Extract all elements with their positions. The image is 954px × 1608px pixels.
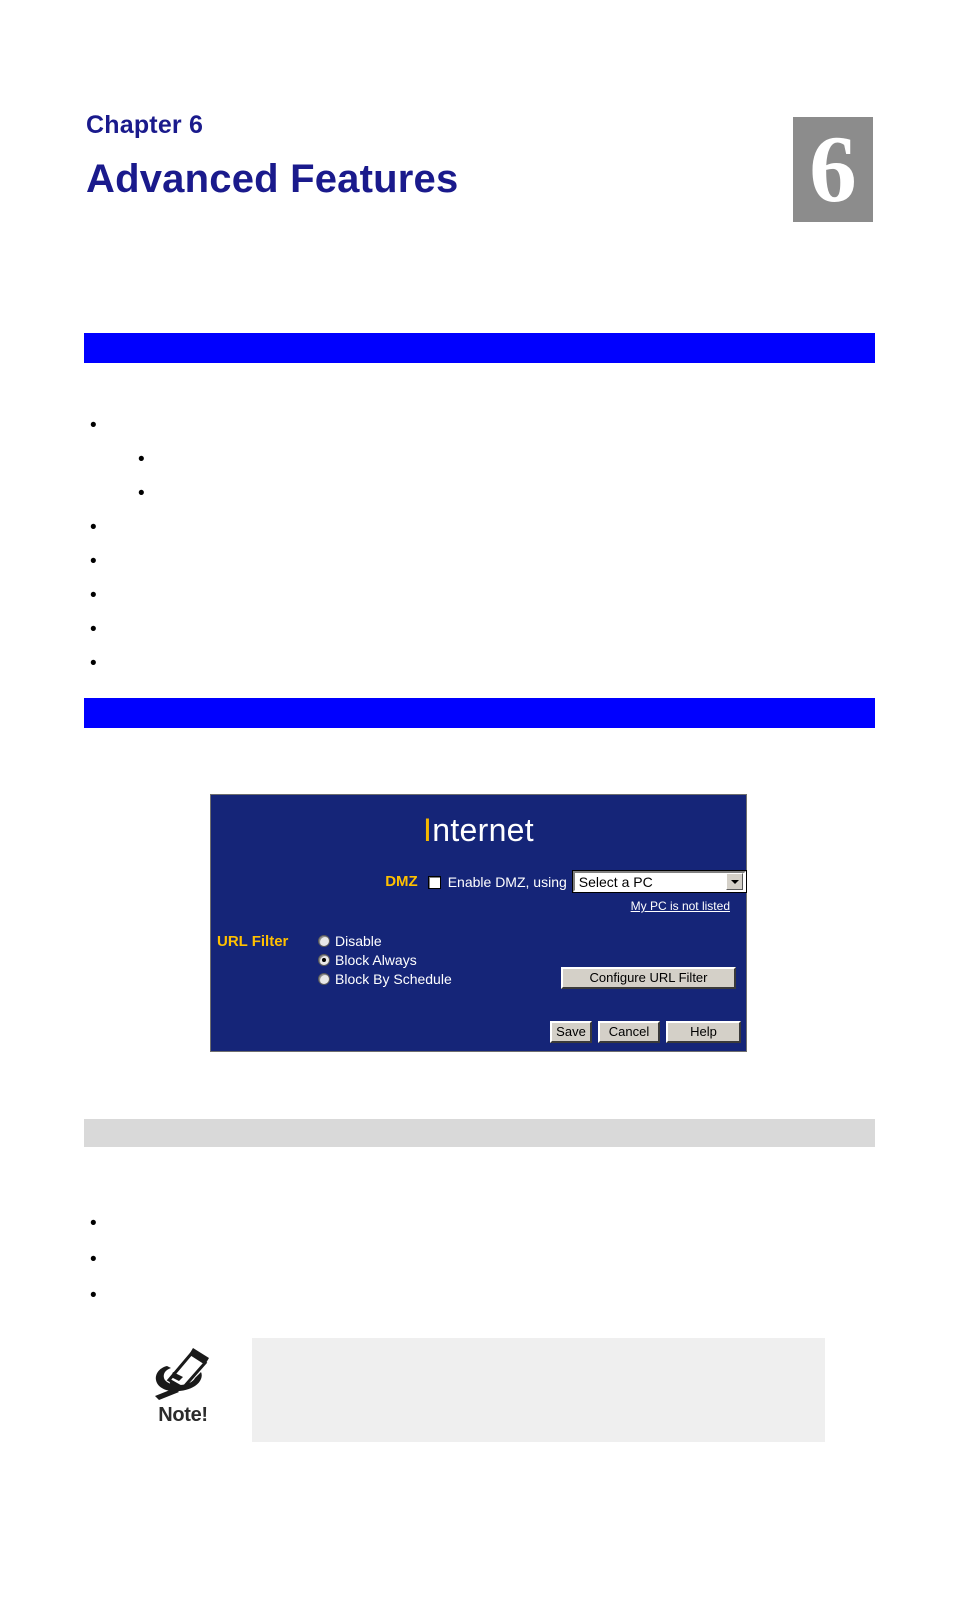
section-heading-dmz (84, 1119, 875, 1147)
page-title: Advanced Features (86, 156, 459, 201)
router-screen-title: Internet (211, 795, 746, 847)
document-page: Chapter 6 Advanced Features 6 Internet D… (0, 0, 954, 1608)
cancel-button[interactable]: Cancel (598, 1021, 660, 1043)
radio-icon[interactable] (318, 954, 330, 966)
enable-dmz-checkbox[interactable] (427, 876, 441, 889)
overview-bullet-item (86, 417, 786, 438)
router-screen-title-rest: nternet (432, 812, 534, 848)
overview-bullet-item (86, 587, 786, 608)
section-heading-internet-label (84, 703, 92, 722)
internet-bullet-item (86, 1287, 786, 1308)
overview-bullet-item (134, 485, 786, 506)
overview-bullet-list (86, 417, 786, 692)
my-pc-not-listed-link[interactable]: My PC is not listed (211, 899, 730, 913)
chevron-down-icon (726, 873, 743, 890)
internet-bullet-item (86, 1215, 786, 1236)
configure-url-filter-button[interactable]: Configure URL Filter (561, 967, 736, 989)
overview-bullet-item (86, 655, 786, 676)
router-button-bar: Save Cancel Help (211, 1021, 741, 1043)
hand-writing-icon (155, 1348, 209, 1400)
chapter-heading: Chapter 6 Advanced Features (86, 111, 786, 201)
section-heading-internet (84, 698, 875, 728)
url-filter-option[interactable]: Block By Schedule (318, 971, 452, 987)
enable-dmz-label: Enable DMZ, using (447, 874, 567, 890)
chapter-number-badge: 6 (793, 117, 873, 222)
url-filter-option-label: Block By Schedule (335, 971, 452, 987)
radio-icon[interactable] (318, 973, 330, 985)
internet-bullet-list (86, 1215, 786, 1326)
overview-bullet-item (134, 451, 786, 472)
url-filter-field-label: URL Filter (217, 933, 289, 950)
overview-bullet-item (86, 519, 786, 540)
section-heading-overview-label (84, 338, 92, 357)
section-heading-overview (84, 333, 875, 363)
url-filter-option-label: Block Always (335, 952, 417, 968)
chapter-label: Chapter 6 (86, 111, 204, 139)
help-button[interactable]: Help (666, 1021, 741, 1043)
url-filter-option-label: Disable (335, 933, 382, 949)
save-button[interactable]: Save (550, 1021, 592, 1043)
note-body-text (252, 1338, 825, 1442)
dmz-pc-select[interactable]: Select a PC (571, 870, 748, 893)
url-filter-radio-group: Disable Block Always Block By Schedule (318, 933, 452, 990)
internet-bullet-item (86, 1251, 786, 1272)
note-block: Note! (140, 1338, 840, 1448)
dmz-pc-select-value: Select a PC (578, 873, 653, 890)
router-internet-screen: Internet DMZ Enable DMZ, using Select a … (210, 794, 748, 1052)
router-screen-title-accent: I (423, 812, 433, 848)
note-icon-label: Note! (158, 1404, 208, 1426)
url-filter-option[interactable]: Disable (318, 933, 452, 949)
dmz-row: DMZ Enable DMZ, using Select a PC (211, 870, 748, 893)
dmz-field-label: DMZ (385, 873, 418, 890)
radio-icon[interactable] (318, 935, 330, 947)
url-filter-option[interactable]: Block Always (318, 952, 452, 968)
note-icon-group: Note! (140, 1344, 226, 1427)
overview-bullet-item (86, 621, 786, 642)
section-heading-dmz-label (84, 1124, 92, 1141)
overview-bullet-item (86, 553, 786, 574)
